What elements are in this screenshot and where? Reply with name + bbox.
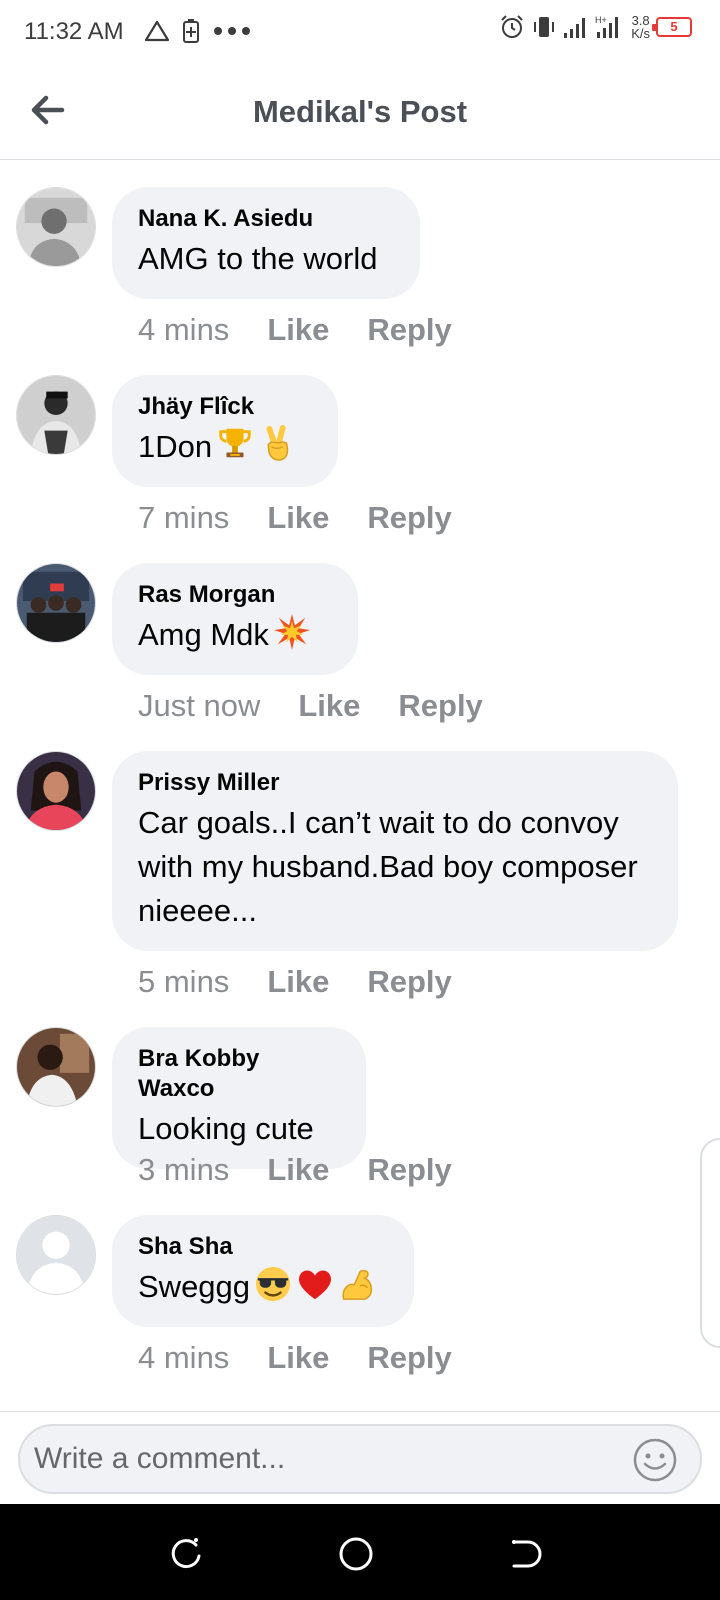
- comment-actions: Just now Like Reply: [138, 688, 483, 724]
- emoji-button[interactable]: [632, 1437, 678, 1483]
- comment-text-row: 1Don: [138, 425, 312, 469]
- system-back-button[interactable]: [506, 1534, 546, 1574]
- like-button[interactable]: Like: [267, 1340, 329, 1376]
- avatar[interactable]: [16, 1027, 96, 1107]
- comment-composer: [0, 1411, 720, 1503]
- flexed-biceps-emoji-icon: [338, 1265, 376, 1303]
- warning-icon: [144, 20, 170, 42]
- recents-button[interactable]: [166, 1534, 206, 1574]
- comment-text: Looking cute: [138, 1111, 314, 1146]
- comment-author[interactable]: Nana K. Asiedu: [138, 204, 394, 234]
- header: Medikal's Post: [0, 62, 720, 160]
- battery-saver-icon: [183, 19, 199, 43]
- smiley-icon: [633, 1438, 677, 1482]
- svg-text:H+: H+: [595, 15, 607, 25]
- comment-bubble[interactable]: Ras Morgan Amg Mdk: [112, 563, 358, 675]
- comment-text-row: Looking cute: [138, 1107, 340, 1151]
- more-icon: [214, 27, 250, 35]
- comment-input[interactable]: [18, 1424, 702, 1494]
- comment-text-row: AMG to the world: [138, 237, 394, 281]
- avatar[interactable]: [16, 375, 96, 455]
- comment-actions: 7 mins Like Reply: [138, 500, 452, 536]
- alarm-icon: [501, 15, 523, 38]
- system-back-icon: [512, 1540, 542, 1568]
- like-button[interactable]: Like: [267, 964, 329, 1000]
- comment-text: Car goals..I can’t wait to do convoy wit…: [138, 805, 638, 928]
- comment-author[interactable]: Ras Morgan: [138, 580, 332, 610]
- status-bar: 11:32 AM H+ 3.8 K/s 5: [0, 0, 720, 62]
- comment-text-row: Sweggg: [138, 1265, 388, 1309]
- comment-author[interactable]: Sha Sha: [138, 1232, 388, 1262]
- reply-button[interactable]: Reply: [398, 688, 482, 724]
- reply-button[interactable]: Reply: [367, 1340, 451, 1376]
- recents-icon: [171, 1538, 201, 1569]
- network-speed-unit: K/s: [631, 26, 650, 41]
- page-title: Medikal's Post: [252, 94, 468, 129]
- comment-author[interactable]: Bra Kobby Waxco: [138, 1044, 340, 1104]
- vibrate-icon: [534, 17, 555, 37]
- comment-text-row: Car goals..I can’t wait to do convoy wit…: [138, 801, 652, 933]
- comment-timestamp[interactable]: 7 mins: [138, 500, 229, 536]
- reply-button[interactable]: Reply: [367, 1152, 451, 1188]
- comment-timestamp[interactable]: 3 mins: [138, 1152, 229, 1188]
- network-speed: 3.8 K/s: [631, 14, 650, 40]
- comment-bubble[interactable]: Bra Kobby Waxco Looking cute: [112, 1027, 366, 1169]
- like-button[interactable]: Like: [267, 312, 329, 348]
- comment-actions: 4 mins Like Reply: [138, 1340, 452, 1376]
- comment-actions: 5 mins Like Reply: [138, 964, 452, 1000]
- comment-actions: 4 mins Like Reply: [138, 312, 452, 348]
- like-button[interactable]: Like: [298, 688, 360, 724]
- signal-icon: [564, 18, 586, 38]
- status-left-icons: [144, 18, 252, 44]
- comment-bubble[interactable]: Jhäy Flîck 1Don: [112, 375, 338, 487]
- comment-actions: 3 mins Like Reply: [138, 1152, 452, 1188]
- red-heart-emoji-icon: [296, 1265, 334, 1303]
- victory-hand-emoji-icon: [258, 425, 296, 463]
- sunglasses-face-emoji-icon: [254, 1265, 292, 1303]
- comment-timestamp[interactable]: 4 mins: [138, 1340, 229, 1376]
- comment-timestamp[interactable]: 5 mins: [138, 964, 229, 1000]
- comment-timestamp[interactable]: 4 mins: [138, 312, 229, 348]
- comment-author[interactable]: Prissy Miller: [138, 768, 652, 798]
- system-nav-bar: [0, 1504, 720, 1600]
- comment-text: AMG to the world: [138, 241, 378, 276]
- comment-text: Amg Mdk: [138, 617, 269, 652]
- avatar[interactable]: [16, 1215, 96, 1295]
- comment-timestamp[interactable]: Just now: [138, 688, 260, 724]
- like-button[interactable]: Like: [267, 500, 329, 536]
- home-icon: [339, 1537, 373, 1571]
- comment-text-row: Amg Mdk: [138, 613, 332, 657]
- comment-bubble[interactable]: Nana K. Asiedu AMG to the world: [112, 187, 420, 299]
- reply-button[interactable]: Reply: [367, 964, 451, 1000]
- avatar[interactable]: [16, 751, 96, 831]
- like-button[interactable]: Like: [267, 1152, 329, 1188]
- comment-author[interactable]: Jhäy Flîck: [138, 392, 312, 422]
- collision-emoji-icon: [273, 613, 311, 651]
- avatar[interactable]: [16, 187, 96, 267]
- comment-text: Sweggg: [138, 1269, 251, 1304]
- scroll-handle[interactable]: [700, 1138, 720, 1348]
- comment-text: 1Don: [138, 429, 213, 464]
- status-time: 11:32 AM: [24, 18, 124, 45]
- reply-button[interactable]: Reply: [367, 312, 451, 348]
- trophy-emoji-icon: [216, 425, 254, 463]
- home-button[interactable]: [336, 1534, 376, 1574]
- comment-bubble[interactable]: Prissy Miller Car goals..I can’t wait to …: [112, 751, 678, 951]
- reply-button[interactable]: Reply: [367, 500, 451, 536]
- avatar[interactable]: [16, 563, 96, 643]
- hplus-signal-icon: H+: [595, 15, 619, 38]
- status-right-icons: H+ 3.8 K/s 5: [499, 14, 692, 40]
- battery-indicator: 5: [652, 17, 692, 37]
- comment-bubble[interactable]: Sha Sha Sweggg: [112, 1215, 414, 1327]
